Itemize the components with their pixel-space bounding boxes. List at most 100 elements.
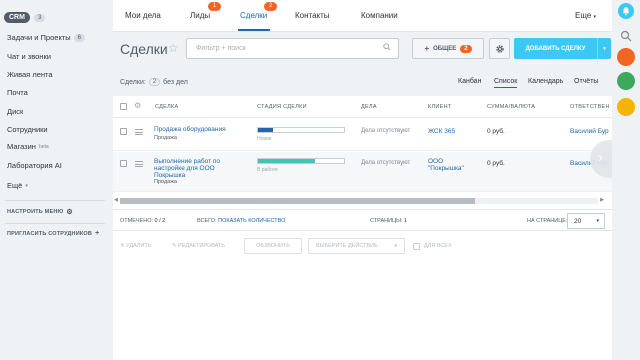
nav-contacts[interactable]: Контакты xyxy=(295,11,330,20)
settings-button[interactable] xyxy=(489,38,510,59)
sidebar-item-employees[interactable]: Сотрудники xyxy=(7,125,48,134)
select-all-checkbox[interactable] xyxy=(120,103,127,110)
scroll-right-icon[interactable]: ▶ xyxy=(600,197,604,203)
pages-value[interactable]: 1 xyxy=(404,218,407,224)
deals-grid: ⚙ СДЕЛКА СТАДИЯ СДЕЛКИ ДЕЛА КЛИЕНТ СУММА… xyxy=(113,96,612,360)
sidebar-item-tasks[interactable]: Задачи и Проекты 6 xyxy=(7,33,85,42)
row-menu-icon[interactable] xyxy=(135,129,143,135)
sidebar-item-feed[interactable]: Живая лента xyxy=(7,70,53,79)
activities-status: Дела отсутствуют xyxy=(361,160,411,166)
active-tab-indicator xyxy=(238,29,270,31)
nav-my-activities[interactable]: Мои дела xyxy=(125,11,161,20)
beta-label: beta xyxy=(38,143,49,150)
view-tab-calendar[interactable]: Календарь xyxy=(528,78,563,85)
common-button[interactable]: + ОБЩЕЕ 2 xyxy=(412,38,484,59)
sidebar-item-mail[interactable]: Почта xyxy=(7,88,28,97)
nav-more[interactable]: Еще ▾ xyxy=(575,11,596,20)
invite-employees-link[interactable]: ПРИГЛАСИТЬ СОТРУДНИКОВ + xyxy=(7,230,99,237)
stage-progress-fill xyxy=(258,128,273,132)
configure-menu-link[interactable]: НАСТРОИТЬ МЕНЮ ⚙ xyxy=(7,208,73,216)
sidebar-item-crm[interactable]: CRM 3 xyxy=(4,12,46,23)
avatar[interactable] xyxy=(617,98,635,116)
deal-sum: 0 руб. xyxy=(487,160,505,167)
sidebar-item-label: Чат и звонки xyxy=(7,52,51,61)
crm-count-badge: 3 xyxy=(33,13,46,22)
gear-icon[interactable]: ⚙ xyxy=(134,101,141,110)
nav-companies[interactable]: Компании xyxy=(361,11,398,20)
chevron-down-icon: ▾ xyxy=(596,218,599,224)
bell-icon xyxy=(622,7,630,16)
show-count-link[interactable]: ПОКАЗАТЬ КОЛИЧЕСТВО xyxy=(218,218,285,224)
client-link[interactable]: "Покрышка" xyxy=(428,165,464,172)
table-row[interactable]: Продажа оборудования Продажа Новая Дела … xyxy=(113,119,612,151)
view-tab-kanban[interactable]: Канбан xyxy=(458,78,481,85)
page-header: Сделки ☆ Фильтр + поиск + ОБЩЕЕ 2 ДОБАВИ… xyxy=(113,32,612,70)
sidebar-item-disk[interactable]: Диск xyxy=(7,107,23,116)
edit-button[interactable]: ✎ РЕДАКТИРОВАТЬ xyxy=(172,243,225,249)
deals-count-badge: 2 xyxy=(264,2,277,11)
responsible-link[interactable]: Василий Бур xyxy=(570,128,609,135)
search-icon[interactable] xyxy=(620,30,632,42)
selected-label: ОТМЕЧЕНО: xyxy=(120,218,153,224)
column-header-client[interactable]: КЛИЕНТ xyxy=(428,104,452,110)
search-icon[interactable] xyxy=(383,43,391,51)
deal-type: Продажа xyxy=(154,179,177,185)
deal-title-link[interactable]: Продажа оборудования xyxy=(154,126,226,133)
stage-progress-bar[interactable] xyxy=(257,127,345,133)
row-checkbox[interactable] xyxy=(120,160,127,167)
nav-leads[interactable]: Лиды xyxy=(190,11,210,20)
sidebar-divider xyxy=(5,200,105,201)
common-count-badge: 2 xyxy=(460,44,472,53)
horizontal-scrollbar[interactable]: ◀ ▶ xyxy=(114,197,604,204)
column-header-sum[interactable]: СУММА/ВАЛЮТА xyxy=(487,104,535,110)
column-header-deal[interactable]: СДЕЛКА xyxy=(155,104,179,110)
per-page-value: 20 xyxy=(574,218,582,225)
choose-action-label: ВЫБЕРИТЕ ДЕЙСТВИЕ xyxy=(316,243,378,249)
no-deals-label: без дел xyxy=(163,78,188,86)
leads-count-badge: 1 xyxy=(208,2,221,11)
view-tab-list[interactable]: Список xyxy=(494,78,518,88)
view-tab-reports[interactable]: Отчёты xyxy=(574,78,598,85)
sidebar-divider xyxy=(5,223,105,224)
sidebar-item-more[interactable]: Ещё ▾ xyxy=(7,181,28,190)
row-checkbox[interactable] xyxy=(120,128,127,135)
sidebar-item-label: Диск xyxy=(7,107,24,116)
column-header-activities[interactable]: ДЕЛА xyxy=(361,104,377,110)
call-button[interactable]: ОБЗВОНИТЬ xyxy=(244,238,302,254)
crm-label[interactable]: CRM xyxy=(4,12,30,23)
deals-count-badge[interactable]: 2 xyxy=(148,78,161,86)
filter-search-input[interactable]: Фильтр + поиск xyxy=(186,38,399,59)
chevron-down-icon[interactable]: ▾ xyxy=(597,38,611,59)
scroll-left-icon[interactable]: ◀ xyxy=(114,197,118,203)
per-page-select[interactable]: 20 ▾ xyxy=(567,213,605,229)
delete-button[interactable]: ✕ УДАЛИТЬ xyxy=(120,243,151,249)
column-header-stage[interactable]: СТАДИЯ СДЕЛКИ xyxy=(257,104,307,110)
stage-progress-bar[interactable] xyxy=(257,158,345,164)
sidebar-item-label: Сотрудники xyxy=(7,125,48,134)
choose-action-select[interactable]: ВЫБЕРИТЕ ДЕЙСТВИЕ ▾ xyxy=(308,238,405,254)
add-deal-button[interactable]: ДОБАВИТЬ СДЕЛКУ ▾ xyxy=(514,38,611,59)
column-header-responsible[interactable]: ОТВЕТСТВЕН xyxy=(570,104,610,110)
client-link[interactable]: ООО xyxy=(428,158,443,165)
deal-title-link[interactable]: настройке для ООО xyxy=(154,165,215,172)
avatar[interactable] xyxy=(617,72,635,90)
filter-placeholder: Фильтр + поиск xyxy=(196,45,246,52)
avatar[interactable] xyxy=(617,48,635,66)
deal-title-link[interactable]: Покрышка xyxy=(154,172,185,179)
row-menu-icon[interactable] xyxy=(135,161,143,167)
nav-deals[interactable]: Сделки xyxy=(240,11,267,20)
add-deal-label: ДОБАВИТЬ СДЕЛКУ xyxy=(525,45,586,52)
scrollbar-thumb[interactable] xyxy=(120,198,475,204)
sidebar-item-store[interactable]: Магазин beta xyxy=(7,142,49,151)
sidebar-item-label: Почта xyxy=(7,88,28,97)
deal-title-link[interactable]: Выполнение работ по xyxy=(154,158,220,165)
sidebar-item-chat[interactable]: Чат и звонки xyxy=(7,52,51,61)
table-row[interactable]: Выполнение работ по настройке для ООО По… xyxy=(113,152,612,192)
star-icon[interactable]: ☆ xyxy=(168,41,179,55)
sidebar-item-ai-lab[interactable]: Лаборатория AI xyxy=(7,161,62,170)
gear-icon xyxy=(496,45,504,53)
stage-label: Новая xyxy=(257,136,272,142)
for-all-checkbox[interactable] xyxy=(413,243,420,250)
notifications-button[interactable] xyxy=(618,3,634,19)
client-link[interactable]: ЖСК 365 xyxy=(428,128,455,135)
